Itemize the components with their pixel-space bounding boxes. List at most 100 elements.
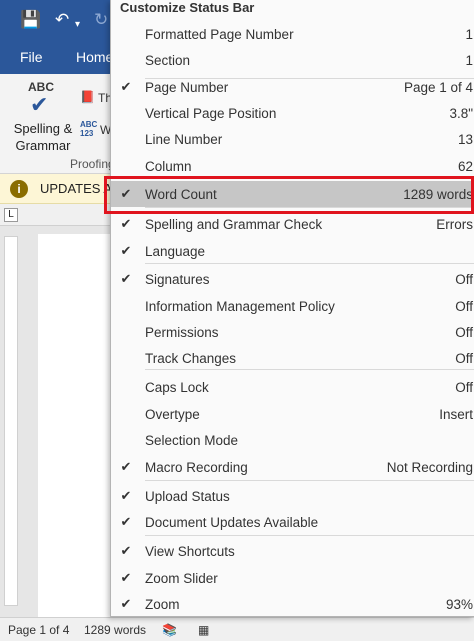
save-icon[interactable]: 💾 [20, 9, 41, 31]
menu-item-label: Word Count [145, 187, 217, 202]
customize-status-bar-menu: Customize Status Bar Formatted Page Numb… [110, 0, 474, 617]
spelling-label-line1: Spelling & [13, 121, 73, 136]
checkmark-icon: ✔ [120, 243, 132, 258]
macro-status-icon[interactable]: ▦ [198, 623, 209, 637]
menu-item-caps-lock[interactable]: Caps Lock Off [111, 374, 474, 400]
menu-item-word-count[interactable]: ✔ Word Count 1289 words [111, 181, 474, 207]
menu-item-value: 62 [457, 159, 473, 174]
menu-item-label: Language [145, 244, 206, 259]
menu-item-value: Off [455, 299, 473, 314]
menu-item-label: Formatted Page Number [145, 27, 294, 42]
info-icon: i [10, 180, 28, 198]
menu-item-label: Signatures [145, 272, 210, 287]
info-bar-text: UPDATES A [40, 181, 113, 196]
menu-item-value: Off [455, 325, 473, 340]
menu-item-value: Off [455, 380, 473, 395]
menu-item-label: Zoom Slider [145, 571, 218, 586]
vertical-ruler[interactable] [4, 236, 18, 606]
checkmark-icon: ✔ [120, 186, 132, 201]
proofing-group-label: Proofing [70, 157, 115, 171]
menu-item-line-number[interactable]: Line Number 13 [111, 126, 474, 152]
menu-separator [145, 207, 474, 208]
menu-item-section[interactable]: Section 1 [111, 47, 474, 73]
checkmark-icon: ✔ [120, 216, 132, 231]
menu-item-value: 93% [445, 597, 473, 612]
spelling-label-line2: Grammar [15, 138, 71, 153]
menu-separator [145, 263, 474, 264]
menu-item-value: Insert [439, 407, 473, 422]
status-page-number[interactable]: Page 1 of 4 [8, 623, 69, 637]
menu-item-spelling-and-grammar-check[interactable]: ✔ Spelling and Grammar Check Errors [111, 211, 474, 237]
checkmark-icon: ✔ [120, 543, 132, 558]
menu-item-label: Vertical Page Position [145, 106, 277, 121]
menu-item-value: 13 [457, 132, 473, 147]
status-word-count[interactable]: 1289 words [84, 623, 146, 637]
menu-item-permissions[interactable]: Permissions Off [111, 319, 474, 345]
proofing-status-icon[interactable]: 📚 [162, 623, 177, 637]
menu-item-vertical-page-position[interactable]: Vertical Page Position 3.8" [111, 100, 474, 126]
checkmark-icon: ✔ [120, 459, 132, 474]
redo-icon[interactable]: ↻ [94, 9, 108, 31]
checkmark-icon: ✔ [120, 79, 132, 94]
menu-item-value: 1 [465, 53, 473, 68]
menu-separator [145, 535, 474, 536]
menu-item-label: Section [145, 53, 191, 68]
menu-item-label: Zoom [145, 597, 180, 612]
menu-item-label: Upload Status [145, 489, 230, 504]
menu-item-value: Page 1 of 4 [403, 80, 473, 95]
menu-item-upload-status[interactable]: ✔ Upload Status [111, 483, 474, 509]
menu-item-view-shortcuts[interactable]: ✔ View Shortcuts [111, 538, 474, 564]
menu-item-label: Document Updates Available [145, 515, 319, 530]
menu-item-label: Overtype [145, 407, 200, 422]
menu-item-label: Caps Lock [145, 380, 209, 395]
menu-item-value: 3.8" [449, 106, 473, 121]
menu-item-label: Column [145, 159, 192, 174]
menu-item-label: Permissions [145, 325, 219, 340]
word-count-icon[interactable]: ABC 123 [80, 120, 97, 138]
menu-item-label: Track Changes [145, 351, 237, 366]
menu-item-value: Not Recording [386, 460, 473, 475]
spelling-check-icon: ✔ [30, 92, 49, 117]
menu-item-track-changes[interactable]: Track Changes Off [111, 345, 474, 371]
menu-item-label: Selection Mode [145, 433, 239, 448]
checkmark-icon: ✔ [120, 271, 132, 286]
spelling-grammar-button[interactable]: Spelling & Grammar [8, 120, 78, 154]
menu-item-macro-recording[interactable]: ✔ Macro Recording Not Recording [111, 454, 474, 480]
menu-separator [145, 480, 474, 481]
checkmark-icon: ✔ [120, 514, 132, 529]
menu-item-column[interactable]: Column 62 [111, 153, 474, 179]
menu-item-zoom[interactable]: ✔ Zoom 93% [111, 591, 474, 617]
status-bar[interactable]: Page 1 of 4 1289 words 📚 ▦ [0, 617, 474, 641]
menu-item-value: Errors [436, 217, 473, 232]
checkmark-icon: ✔ [120, 488, 132, 503]
checkmark-icon: ✔ [120, 596, 132, 611]
menu-item-zoom-slider[interactable]: ✔ Zoom Slider [111, 565, 474, 591]
menu-item-value: Off [455, 351, 473, 366]
menu-item-label: Spelling and Grammar Check [145, 217, 323, 232]
menu-item-overtype[interactable]: Overtype Insert [111, 401, 474, 427]
menu-item-signatures[interactable]: ✔ Signatures Off [111, 266, 474, 292]
menu-separator [145, 78, 474, 79]
undo-dropdown-icon[interactable]: ▾ [75, 14, 80, 36]
menu-item-selection-mode[interactable]: Selection Mode [111, 427, 474, 453]
menu-item-label: Macro Recording [145, 460, 248, 475]
menu-item-value: 1289 words [403, 187, 473, 202]
menu-title: Customize Status Bar [120, 0, 255, 15]
menu-item-label: Line Number [145, 132, 223, 147]
menu-item-language[interactable]: ✔ Language [111, 238, 474, 264]
tab-home[interactable]: Home [76, 49, 113, 65]
menu-item-formatted-page-number[interactable]: Formatted Page Number 1 [111, 21, 474, 47]
tab-selector-icon[interactable]: L [4, 208, 18, 222]
menu-separator [145, 369, 474, 370]
menu-item-value: 1 [465, 27, 473, 42]
menu-item-information-management-policy[interactable]: Information Management Policy Off [111, 293, 474, 319]
thesaurus-icon[interactable]: 📕 [80, 90, 95, 104]
menu-item-value: Off [455, 272, 473, 287]
checkmark-icon: ✔ [120, 570, 132, 585]
menu-item-document-updates-available[interactable]: ✔ Document Updates Available [111, 509, 474, 535]
undo-icon[interactable]: ↶ [55, 9, 69, 31]
menu-item-label: Information Management Policy [145, 299, 335, 314]
menu-item-label: View Shortcuts [145, 544, 235, 559]
menu-item-label: Page Number [145, 80, 229, 95]
tab-file[interactable]: File [20, 49, 43, 65]
